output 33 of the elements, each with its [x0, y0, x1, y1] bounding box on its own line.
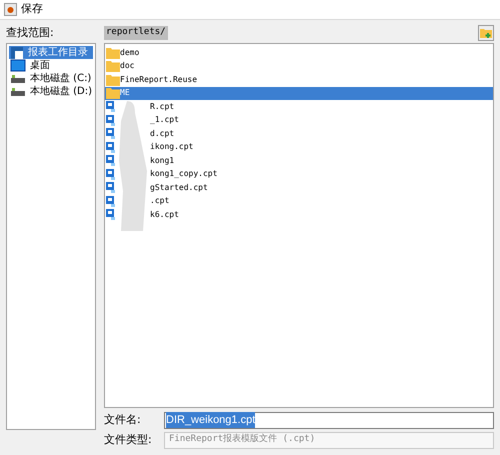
file-item[interactable]: .cpt	[105, 194, 493, 208]
window-title: 保存	[21, 1, 43, 18]
file-item[interactable]: gStarted.cpt	[105, 181, 493, 194]
place-item[interactable]: 本地磁盘 (C:)	[9, 72, 93, 85]
look-in-label: 查找范围:	[6, 24, 55, 41]
folder-icon	[106, 60, 120, 72]
file-name-label: 文件名:	[104, 412, 142, 428]
file-item[interactable]: k6.cpt	[105, 208, 493, 222]
file-item[interactable]: R.cpt	[105, 100, 493, 114]
file-type-label: 文件类型:	[104, 432, 153, 448]
file-name-field[interactable]: DIR_weikong1.cpt	[164, 412, 494, 428]
file-item[interactable]: kong1_copy.cpt	[105, 168, 493, 181]
file-item[interactable]: FineReport.Reuse	[105, 73, 493, 86]
desktop-icon	[10, 58, 26, 72]
file-item[interactable]: demo	[105, 46, 493, 60]
folder-icon	[106, 46, 120, 59]
workspace-icon	[10, 46, 24, 60]
drive-icon	[10, 72, 26, 84]
folder-icon	[106, 87, 120, 100]
file-item[interactable]: ikong.cpt	[105, 140, 493, 154]
file-item[interactable]: ME	[105, 86, 493, 100]
place-item[interactable]: 本地磁盘 (D:)	[9, 85, 93, 98]
new-folder-icon	[480, 28, 492, 38]
file-item[interactable]: doc	[105, 60, 493, 73]
file-item[interactable]: _1.cpt	[105, 114, 493, 127]
place-item[interactable]: 桌面	[9, 59, 93, 72]
place-item[interactable]: 报表工作目录	[9, 46, 93, 59]
drive-icon	[10, 86, 26, 98]
new-folder-button[interactable]	[478, 25, 494, 41]
file-item[interactable]: kong1	[105, 154, 493, 168]
file-item[interactable]: d.cpt	[105, 127, 493, 140]
app-icon	[4, 3, 17, 16]
path-field[interactable]: reportlets/	[104, 26, 168, 40]
